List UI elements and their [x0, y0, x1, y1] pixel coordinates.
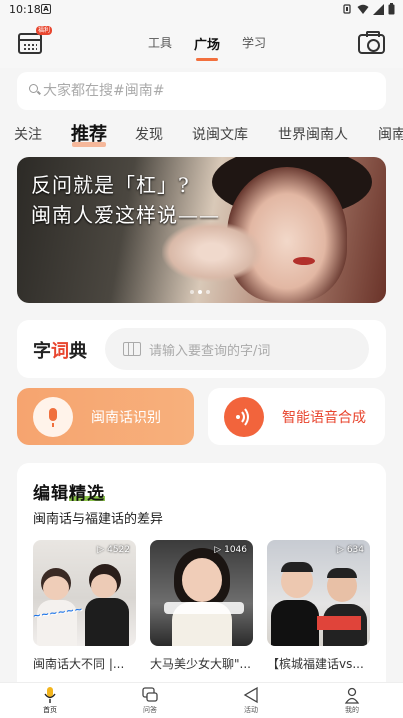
video-caption[interactable]: 【槟城福建话vs... — [267, 655, 375, 672]
carousel-dot[interactable] — [198, 290, 202, 294]
status-time: 10:18 — [9, 3, 41, 16]
status-bar: 10:18 A — [0, 0, 403, 20]
video-thumbnail — [267, 540, 370, 646]
video-thumbnail — [150, 540, 253, 646]
view-count-value: 1046 — [224, 545, 247, 555]
view-count: ▷ 1046 — [214, 545, 247, 555]
speech-synthesis-button[interactable]: 智能语音合成 — [208, 388, 385, 445]
search-input[interactable] — [43, 78, 373, 104]
channel-discover[interactable]: 发现 — [135, 124, 163, 144]
banner-image-hand — [162, 222, 262, 282]
channel-minnan[interactable]: 闽南 — [378, 124, 403, 144]
view-count-value: 634 — [346, 545, 364, 555]
notification-icon: A — [41, 4, 51, 14]
tab-square[interactable]: 广场 — [194, 34, 220, 53]
video-caption[interactable]: 闽南话大不同 |... — [33, 655, 141, 672]
view-count: ▷ 634 — [337, 545, 364, 555]
search-icon — [29, 84, 38, 93]
top-nav: 福利 工具 广场 学习 — [0, 20, 403, 68]
editor-picks-heading: 编辑精选 — [33, 479, 105, 504]
speech-recognition-button[interactable]: 闽南话识别 — [17, 388, 194, 445]
battery-icon — [388, 3, 395, 15]
banner-image-lips — [293, 257, 315, 265]
channel-tabs: 关注 推荐 发现 说闽文库 世界闽南人 闽南 — [0, 118, 403, 148]
channel-recommend[interactable]: 推荐 — [71, 120, 107, 146]
banner-title-line2: 闽南人爱这样说—— — [31, 203, 220, 227]
video-card[interactable]: ▷ 1046 — [150, 540, 253, 646]
mic-icon — [49, 408, 57, 427]
banner-title-line1: 反问就是「杠」? — [31, 173, 190, 197]
view-count-value: 4522 — [107, 545, 130, 555]
nav-qa-label: 问答 — [143, 706, 157, 714]
video-caption[interactable]: 大马美少女大聊"... — [150, 655, 258, 672]
nav-home-label: 首页 — [43, 706, 57, 714]
video-thumbnail: ~~~~~~ — [33, 540, 136, 646]
banner-carousel[interactable]: 反问就是「杠」? 闽南人爱这样说—— — [17, 157, 386, 303]
nav-qa[interactable]: 问答 — [120, 686, 180, 715]
channel-follow[interactable]: 关注 — [14, 124, 42, 144]
view-count: ▷ 4522 — [97, 545, 130, 555]
dictionary-title-highlight: 词 — [51, 341, 69, 362]
editor-picks-heading-a: 编辑 — [33, 484, 69, 504]
carousel-dot[interactable] — [190, 290, 194, 294]
nav-home[interactable]: 首页 — [20, 686, 80, 715]
mic-icon — [44, 687, 56, 703]
editor-picks-card: 编辑精选 闽南话与福建话的差异 ~~~~~~ ▷ 4522 闽南话大不同 |..… — [17, 463, 386, 693]
send-icon — [243, 686, 258, 704]
person-icon — [344, 687, 360, 704]
top-tabs: 工具 广场 学习 — [0, 20, 403, 68]
carousel-dot[interactable] — [206, 290, 210, 294]
carousel-dots — [190, 290, 214, 294]
sound-circle — [224, 397, 264, 437]
dictionary-placeholder: 请输入要查询的字/词 — [149, 344, 271, 359]
video-card[interactable]: ▷ 634 — [267, 540, 370, 646]
video-card[interactable]: ~~~~~~ ▷ 4522 — [33, 540, 136, 646]
chat-icon — [142, 687, 158, 702]
editor-picks-subtitle[interactable]: 闽南话与福建话的差异 — [33, 508, 163, 527]
signal-icon — [373, 3, 384, 15]
vibrate-icon — [343, 4, 351, 14]
channel-world[interactable]: 世界闽南人 — [278, 124, 348, 144]
bottom-nav: 首页 问答 活动 我的 — [0, 682, 403, 718]
channel-library[interactable]: 说闽文库 — [192, 124, 248, 144]
nav-events-label: 活动 — [244, 706, 258, 714]
speech-synthesis-label: 智能语音合成 — [282, 410, 366, 426]
sound-wave-icon — [236, 408, 249, 426]
book-icon — [123, 342, 141, 356]
wifi-icon — [357, 4, 369, 14]
dictionary-card: 字词典 请输入要查询的字/词 — [17, 320, 386, 378]
status-indicators — [341, 3, 395, 15]
dictionary-title-end: 典 — [69, 341, 87, 362]
speech-recognition-label: 闽南话识别 — [91, 410, 161, 426]
editor-picks-heading-b: 精选 — [69, 484, 105, 504]
nav-profile[interactable]: 我的 — [322, 686, 382, 715]
nav-events[interactable]: 活动 — [221, 686, 281, 715]
tab-learn[interactable]: 学习 — [242, 34, 266, 51]
dictionary-search-field[interactable]: 请输入要查询的字/词 — [105, 328, 369, 370]
tab-tools[interactable]: 工具 — [148, 34, 172, 51]
dictionary-title-start: 字 — [33, 341, 51, 362]
camera-icon[interactable] — [358, 31, 385, 54]
mic-circle — [33, 397, 73, 437]
search-bar[interactable] — [17, 72, 386, 110]
active-tab-indicator — [196, 58, 218, 61]
nav-profile-label: 我的 — [345, 706, 359, 714]
dictionary-title: 字词典 — [33, 337, 87, 363]
